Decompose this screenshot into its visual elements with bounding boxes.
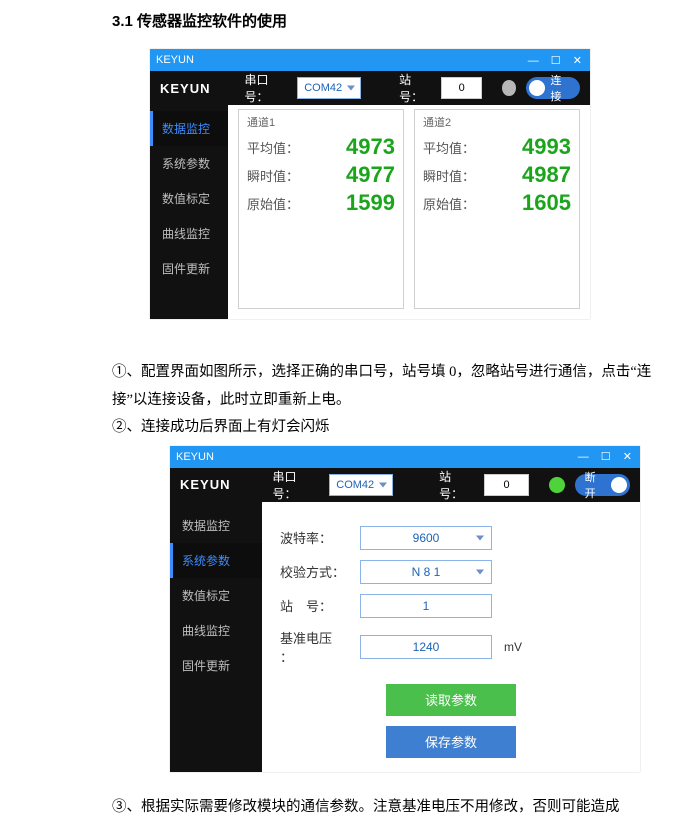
metric-label: 原始值： [423, 194, 475, 213]
vref-label: 基准电压 ： [280, 628, 348, 666]
parity-select[interactable]: N 8 1 [360, 560, 492, 584]
metric-label: 瞬时值： [423, 166, 475, 185]
save-params-button[interactable]: 保存参数 [386, 726, 516, 758]
read-params-button[interactable]: 读取参数 [386, 684, 516, 716]
sidebar-item-sys-params[interactable]: 系统参数 [170, 543, 262, 578]
parity-label: 校验方式： [280, 562, 348, 581]
metric-label: 平均值： [423, 138, 475, 157]
sidebar-item-curve-monitor[interactable]: 曲线监控 [150, 216, 228, 251]
station-label: 站号： [439, 468, 474, 502]
app-logo: KEYUN [180, 477, 231, 492]
paragraph-1: ①、配置界面如图所示，选择正确的串口号，站号填 0，忽略站号进行通信，点击“连接… [112, 359, 654, 414]
paragraph-2: ②、连接成功后界面上有灯会闪烁 [112, 414, 654, 442]
sidebar-item-calibration[interactable]: 数值标定 [150, 181, 228, 216]
station-label: 站号： [399, 71, 431, 105]
metric-value: 4977 [346, 162, 395, 188]
sidebar-item-sys-params[interactable]: 系统参数 [150, 146, 228, 181]
sidebar-item-data-monitor[interactable]: 数据监控 [170, 508, 262, 543]
window-title: KEYUN [176, 451, 214, 463]
port-label: 串口号： [245, 71, 288, 105]
vref-unit: mV [504, 640, 522, 654]
status-led [502, 80, 516, 96]
vref-input[interactable]: 1240 [360, 635, 492, 659]
window-title: KEYUN [156, 54, 194, 66]
channel-panel-2: 通道2 平均值： 4993 瞬时值： 4987 原始值： 1605 [414, 109, 580, 309]
sidebar-item-calibration[interactable]: 数值标定 [170, 578, 262, 613]
header-bar: KEYUN 串口号： COM42 站号： 0 连接 [150, 71, 590, 105]
sidebar-item-firmware[interactable]: 固件更新 [170, 648, 262, 683]
window-controls[interactable]: — ☐ ✕ [528, 54, 584, 67]
app-logo: KEYUN [160, 81, 211, 96]
sidebar-item-data-monitor[interactable]: 数据监控 [150, 111, 228, 146]
sidebar-item-firmware[interactable]: 固件更新 [150, 251, 228, 286]
metric-value: 4973 [346, 134, 395, 160]
sidebar: 数据监控 系统参数 数值标定 曲线监控 固件更新 [150, 105, 228, 319]
metric-value: 1599 [346, 190, 395, 216]
baud-select[interactable]: 9600 [360, 526, 492, 550]
metric-label: 平均值： [247, 138, 299, 157]
window-controls[interactable]: — ☐ ✕ [578, 450, 634, 463]
status-led [549, 477, 565, 493]
metric-label: 瞬时值： [247, 166, 299, 185]
metric-value: 1605 [522, 190, 571, 216]
sidebar-item-curve-monitor[interactable]: 曲线监控 [170, 613, 262, 648]
channel-title: 通道1 [247, 114, 395, 130]
metric-value: 4993 [522, 134, 571, 160]
app-window-2: KEYUN — ☐ ✕ KEYUN 串口号： COM42 站号： 0 断开 数据… [170, 446, 640, 772]
titlebar: KEYUN — ☐ ✕ [150, 49, 590, 71]
station-input[interactable]: 1 [360, 594, 492, 618]
port-label: 串口号： [273, 468, 320, 502]
section-heading: 3.1 传感器监控软件的使用 [112, 10, 684, 31]
disconnect-button[interactable]: 断开 [575, 474, 630, 496]
app-window-1: KEYUN — ☐ ✕ KEYUN 串口号： COM42 站号： 0 连接 数据… [150, 49, 590, 319]
channel-panel-1: 通道1 平均值： 4973 瞬时值： 4977 原始值： 1599 [238, 109, 404, 309]
titlebar: KEYUN — ☐ ✕ [170, 446, 640, 468]
channel-title: 通道2 [423, 114, 571, 130]
metric-value: 4987 [522, 162, 571, 188]
port-select[interactable]: COM42 [329, 474, 393, 496]
metric-label: 原始值： [247, 194, 299, 213]
station-input[interactable]: 0 [484, 474, 529, 496]
station-input[interactable]: 0 [441, 77, 482, 99]
port-select[interactable]: COM42 [297, 77, 361, 99]
sidebar: 数据监控 系统参数 数值标定 曲线监控 固件更新 [170, 502, 262, 772]
header-bar: KEYUN 串口号： COM42 站号： 0 断开 [170, 468, 640, 502]
station-label: 站 号： [280, 596, 348, 615]
baud-label: 波特率： [280, 528, 348, 547]
connect-button[interactable]: 连接 [526, 77, 580, 99]
